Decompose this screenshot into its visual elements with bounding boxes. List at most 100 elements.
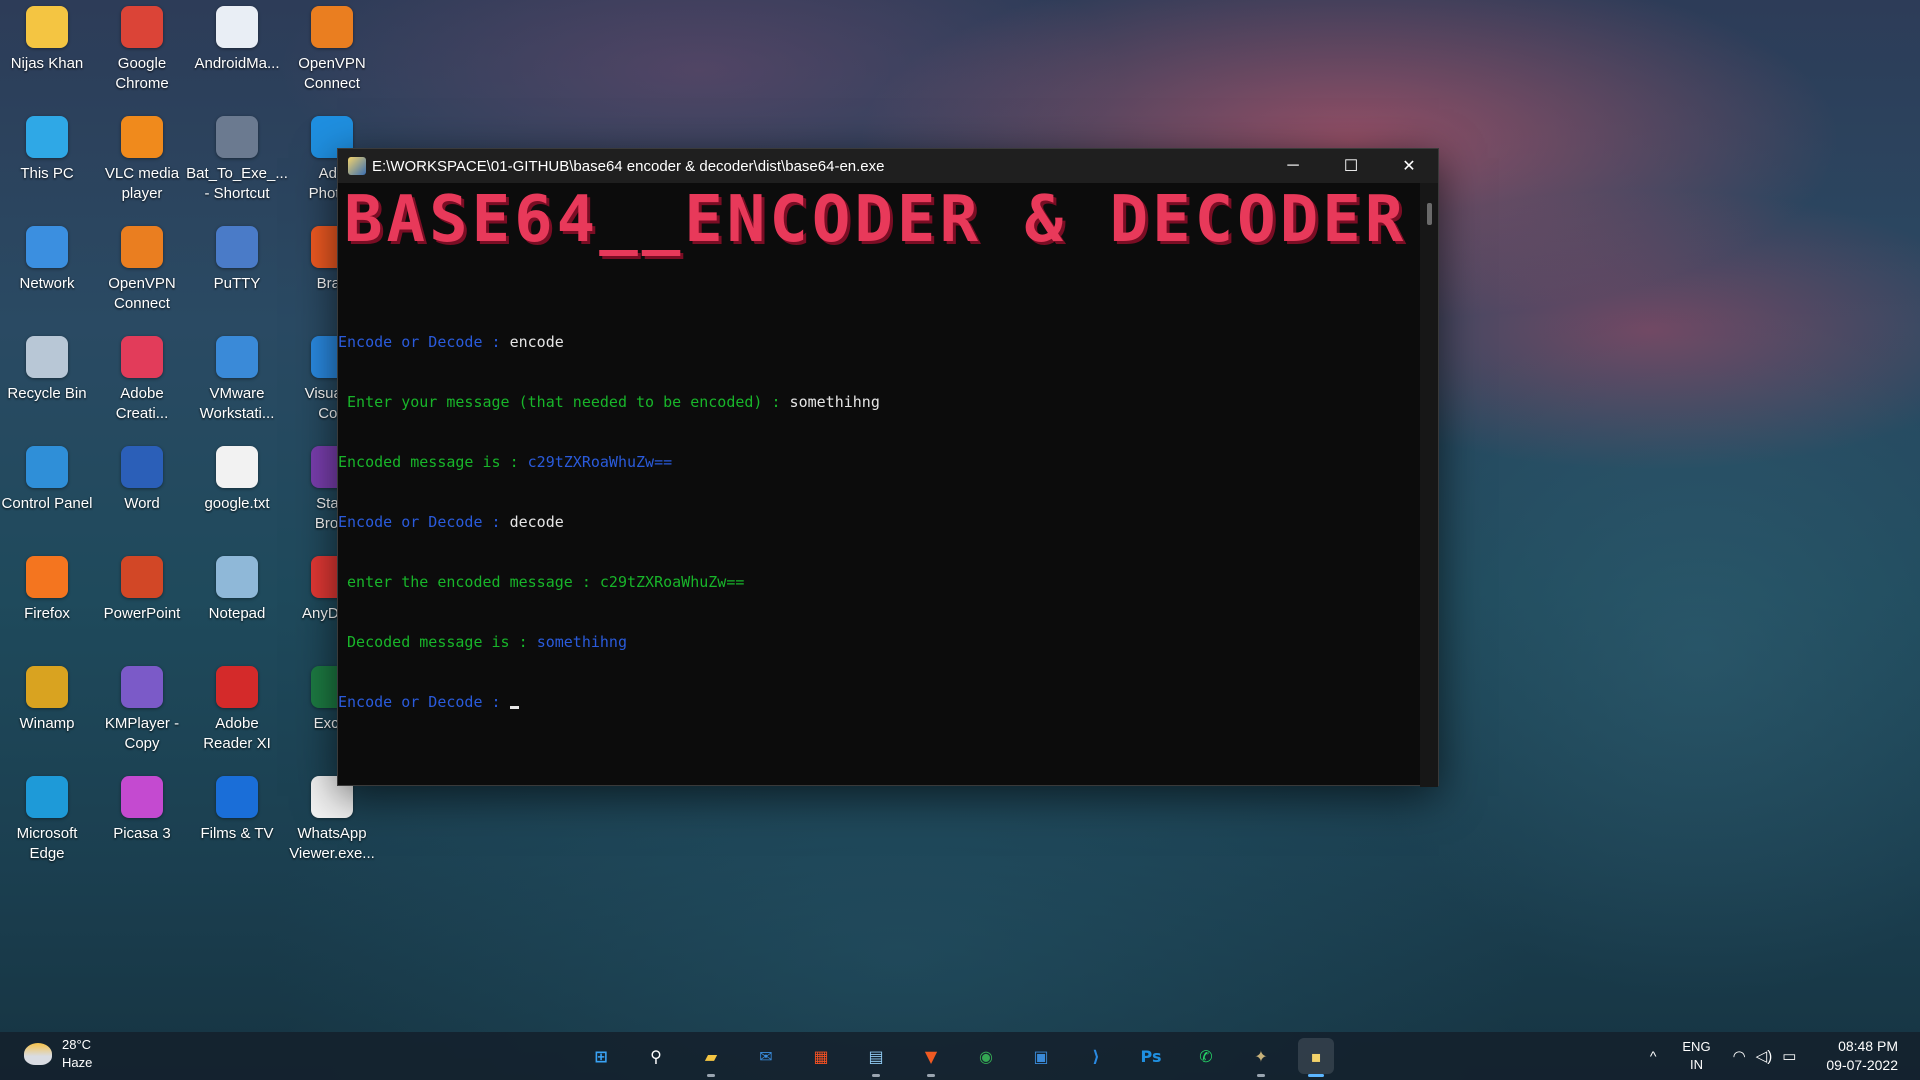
output-label: Encoded message is : xyxy=(338,453,528,471)
prompt-text: Encode or Decode : xyxy=(338,513,510,531)
desktop-icon[interactable]: Adobe Creati... xyxy=(95,336,189,424)
taskbar-chrome-button[interactable]: ◉ xyxy=(968,1038,1004,1074)
desktop-icon[interactable]: Control Panel xyxy=(0,446,94,514)
desktop-icon[interactable]: Microsoft Edge xyxy=(0,776,94,864)
desktop-icon[interactable]: google.txt xyxy=(190,446,284,514)
desktop-icon[interactable]: PuTTY xyxy=(190,226,284,294)
clock[interactable]: 08:48 PM 09-07-2022 xyxy=(1826,1037,1898,1075)
ascii-banner: BASE64__ENCODER & DECODER xyxy=(344,183,1408,257)
scrollbar-thumb[interactable] xyxy=(1427,203,1432,225)
haze-icon xyxy=(24,1043,52,1065)
taskbar-pinned-app-button[interactable]: ✦ xyxy=(1243,1038,1279,1077)
taskbar-notepad-button[interactable]: ▤ xyxy=(858,1038,894,1077)
desktop-icon-label: PuTTY xyxy=(213,275,261,292)
language-indicator[interactable]: ENG IN xyxy=(1682,1038,1710,1074)
desktop-icon-label: Control Panel xyxy=(1,495,93,512)
taskbar-photoshop-button[interactable]: Ps xyxy=(1133,1038,1169,1074)
desktop-icon[interactable]: OpenVPN Connect xyxy=(285,6,379,94)
desktop-icon[interactable]: Films & TV xyxy=(190,776,284,844)
wifi-icon[interactable]: ◠ xyxy=(1733,1047,1746,1065)
taskbar-start-button[interactable]: ⊞ xyxy=(583,1038,619,1074)
console-app-icon xyxy=(348,157,366,175)
control-panel-icon xyxy=(26,446,68,488)
console-line-3: Encoded message is : c29tZXRoaWhuZw== xyxy=(338,453,672,471)
console-app-icon: ▪ xyxy=(1310,1046,1322,1066)
console-line-7[interactable]: Encode or Decode : xyxy=(338,693,519,711)
desktop-icon[interactable]: Recycle Bin xyxy=(0,336,94,404)
desktop-icon[interactable]: PowerPoint xyxy=(95,556,189,624)
desktop-icon-label: Adobe Reader XI xyxy=(203,715,271,752)
console-window[interactable]: E:\WORKSPACE\01-GITHUB\base64 encoder & … xyxy=(337,148,1439,787)
vmware-icon xyxy=(216,336,258,378)
weather-condition: Haze xyxy=(62,1055,93,1070)
taskbar-console-app-button[interactable]: ▪ xyxy=(1298,1038,1334,1077)
taskbar-mail-button[interactable]: ✉ xyxy=(748,1038,784,1074)
desktop-icon[interactable]: WhatsApp Viewer.exe... xyxy=(285,776,379,864)
running-indicator xyxy=(1257,1074,1265,1077)
close-button[interactable]: ✕ xyxy=(1380,149,1438,183)
taskbar-whatsapp-button[interactable]: ✆ xyxy=(1188,1038,1224,1074)
volume-icon[interactable]: ◁) xyxy=(1756,1047,1773,1065)
desktop-icon[interactable]: VMware Workstati... xyxy=(190,336,284,424)
desktop-icon-label: Picasa 3 xyxy=(113,825,171,842)
desktop-icon[interactable]: Bat_To_Exe_... - Shortcut xyxy=(186,116,288,204)
input-text: encode xyxy=(509,333,564,351)
desktop-icon-label: Google Chrome xyxy=(115,55,169,92)
prompt-text: enter the encoded message : xyxy=(338,573,600,591)
desktop-icon-label: VMware Workstati... xyxy=(199,385,275,422)
desktop-icon[interactable]: VLC media player xyxy=(95,116,189,204)
title-bar[interactable]: E:\WORKSPACE\01-GITHUB\base64 encoder & … xyxy=(338,149,1438,183)
minimize-button[interactable]: ─ xyxy=(1264,149,1322,183)
desktop-icon[interactable]: Notepad xyxy=(190,556,284,624)
output-label: Decoded message is : xyxy=(338,633,537,651)
desktop-icon[interactable]: This PC xyxy=(0,116,94,184)
desktop-icon-label: Notepad xyxy=(208,605,266,622)
desktop-icon-label: Firefox xyxy=(24,605,70,622)
vertical-scrollbar[interactable] xyxy=(1420,183,1438,787)
desktop-icon[interactable]: OpenVPN Connect xyxy=(95,226,189,314)
desktop-icon[interactable]: Picasa 3 xyxy=(95,776,189,844)
weather-widget[interactable]: 28°C Haze xyxy=(24,1036,92,1072)
document-icon xyxy=(216,6,258,48)
desktop-icon[interactable]: Network xyxy=(0,226,94,294)
desktop-icon[interactable]: Firefox xyxy=(0,556,94,624)
desktop-icon-label: WhatsApp Viewer.exe... xyxy=(289,825,375,862)
console-line-2: Enter your message (that needed to be en… xyxy=(338,393,880,411)
taskbar-vmware-button[interactable]: ▣ xyxy=(1023,1038,1059,1074)
desktop-icon-label: Winamp xyxy=(19,715,75,732)
desktop-icon[interactable]: KMPlayer - Copy xyxy=(95,666,189,754)
desktop-icon-label: Films & TV xyxy=(200,825,274,842)
maximize-button[interactable]: ☐ xyxy=(1322,149,1380,183)
system-tray: ^ ENG IN ◠ ◁) ▭ 08:48 PM 09-07-2022 xyxy=(1650,1032,1920,1080)
desktop-icon-label: This PC xyxy=(20,165,74,182)
console-line-1: Encode or Decode : encode xyxy=(338,333,564,351)
console-output[interactable]: BASE64__ENCODER & DECODER Encode or Deco… xyxy=(338,183,1438,787)
whatsapp-icon: ✆ xyxy=(1199,1046,1213,1066)
desktop-icon[interactable]: Nijas Khan xyxy=(0,6,94,74)
taskbar-brave-button[interactable]: ▼ xyxy=(913,1038,949,1077)
show-hidden-icons-button[interactable]: ^ xyxy=(1650,1048,1657,1064)
desktop-icon[interactable]: Word xyxy=(95,446,189,514)
desktop-icon[interactable]: Google Chrome xyxy=(95,6,189,94)
taskbar-file-explorer-button[interactable]: ▰ xyxy=(693,1038,729,1077)
taskbar-apps: ⊞ ⚲ ▰ ✉ ▦ ▤ ▼ ◉ ▣ ⟩ Ps ✆ ✦ ▪ xyxy=(583,1038,1334,1077)
desktop-icon[interactable]: Winamp xyxy=(0,666,94,734)
battery-icon[interactable]: ▭ xyxy=(1782,1047,1796,1065)
desktop-icon-label: Network xyxy=(19,275,75,292)
taskbar-vscode-button[interactable]: ⟩ xyxy=(1078,1038,1114,1074)
edge-icon xyxy=(26,776,68,818)
chrome-icon: ◉ xyxy=(979,1046,993,1066)
desktop-icon-label: Bat_To_Exe_... - Shortcut xyxy=(186,165,288,202)
taskbar-store-button[interactable]: ▦ xyxy=(803,1038,839,1074)
desktop-icon-label: VLC media player xyxy=(104,165,180,202)
pinned-app-icon: ✦ xyxy=(1254,1046,1268,1066)
creative-cloud-icon xyxy=(121,336,163,378)
desktop-icon-label: Recycle Bin xyxy=(7,385,87,402)
word-icon xyxy=(121,446,163,488)
window-title: E:\WORKSPACE\01-GITHUB\base64 encoder & … xyxy=(372,157,885,175)
search-icon: ⚲ xyxy=(650,1046,662,1066)
desktop-icon[interactable]: AndroidMa... xyxy=(190,6,284,74)
desktop-icon[interactable]: Adobe Reader XI xyxy=(190,666,284,754)
taskbar-search-button[interactable]: ⚲ xyxy=(638,1038,674,1074)
file-explorer-icon: ▰ xyxy=(704,1046,718,1066)
